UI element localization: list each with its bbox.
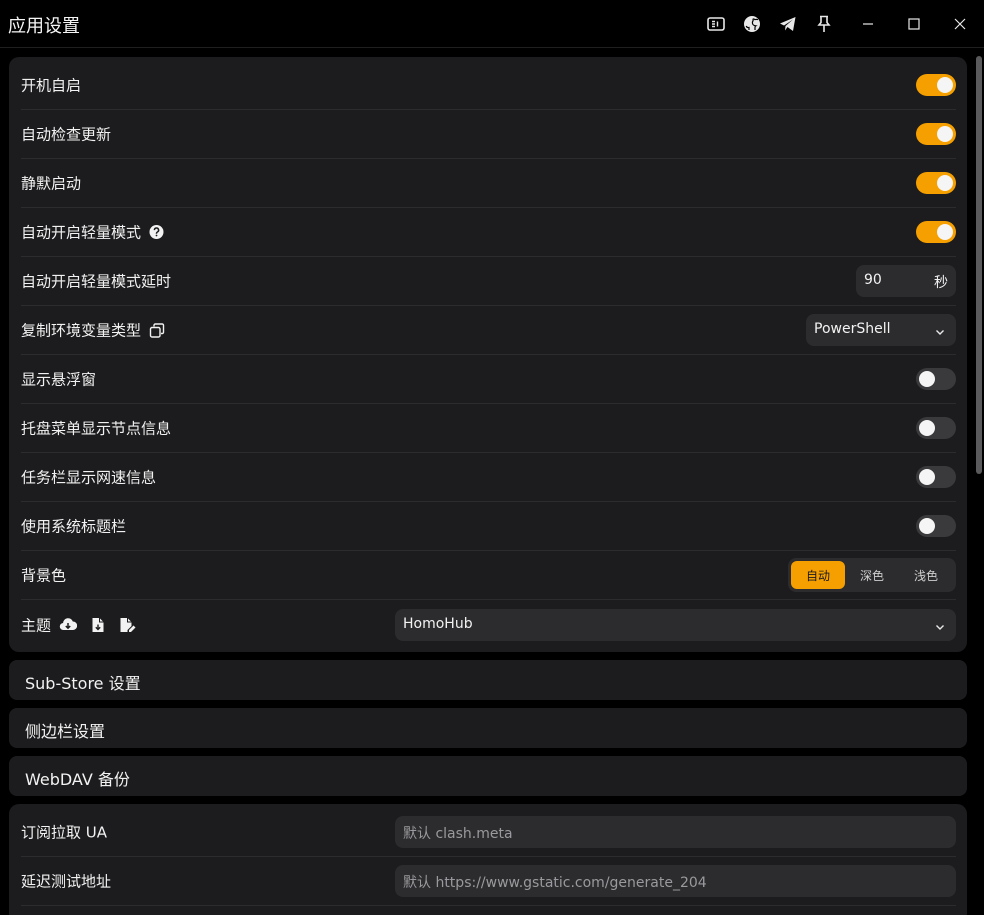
auto-lite-delay-value: 90 (864, 272, 882, 288)
setting-background: 背景色 自动 深色 浅色 (21, 551, 956, 600)
network-settings-card: 订阅拉取 UA 默认 clash.meta 延迟测试地址 默认 https://… (9, 804, 967, 915)
auto-lite-mode-label-wrap: 自动开启轻量模式 (21, 222, 164, 243)
background-segmented: 自动 深色 浅色 (788, 558, 956, 592)
theme-label: 主题 (21, 616, 52, 634)
silent-start-label: 静默启动 (21, 174, 82, 193)
window-title: 应用设置 (8, 16, 80, 37)
auto-lite-delay-unit: 秒 (934, 275, 948, 291)
setting-theme: 主题 HomoHub (21, 600, 956, 649)
setting-auto-lite-delay: 自动开启轻量模式延时 90 秒 (21, 257, 956, 306)
general-settings-card: 开机自启 自动检查更新 静默启动 自动开启轻量模式 自动开启轻量模式延时 90 … (9, 57, 967, 652)
auto-launch-label: 开机自启 (21, 76, 82, 95)
scrollbar[interactable] (976, 56, 982, 474)
tray-show-node-label: 托盘菜单显示节点信息 (21, 419, 172, 438)
setting-auto-check-update: 自动检查更新 (21, 110, 956, 159)
auto-launch-toggle[interactable] (916, 74, 956, 96)
setting-subscription-ua: 订阅拉取 UA 默认 clash.meta (21, 808, 956, 857)
setting-auto-lite-mode: 自动开启轻量模式 (21, 208, 956, 257)
github-icon[interactable] (740, 12, 764, 36)
auto-lite-delay-input[interactable]: 90 秒 (856, 265, 956, 297)
show-float-window-toggle[interactable] (916, 368, 956, 390)
pin-icon[interactable] (812, 12, 836, 36)
section-sidebar-label: 侧边栏设置 (25, 722, 106, 741)
setting-system-titlebar: 使用系统标题栏 (21, 502, 956, 551)
chevron-down-icon (934, 323, 946, 342)
env-var-type-value: PowerShell (814, 321, 891, 337)
silent-start-toggle[interactable] (916, 172, 956, 194)
section-webdav[interactable]: WebDAV 备份 (9, 756, 967, 796)
theme-label-wrap: 主题 (21, 614, 136, 635)
setting-delay-test-url: 延迟测试地址 默认 https://www.gstatic.com/genera… (21, 857, 956, 906)
setting-show-float-window: 显示悬浮窗 (21, 355, 956, 404)
section-webdav-label: WebDAV 备份 (25, 770, 130, 789)
subscription-ua-placeholder: 默认 clash.meta (403, 826, 513, 842)
subscription-ua-input[interactable]: 默认 clash.meta (395, 816, 956, 848)
theme-select[interactable]: HomoHub (395, 608, 956, 641)
copy-icon[interactable] (149, 322, 165, 338)
tray-show-node-toggle[interactable] (916, 417, 956, 439)
auto-lite-delay-label: 自动开启轻量模式延时 (21, 272, 172, 291)
file-edit-icon[interactable] (119, 616, 136, 633)
close-icon[interactable] (948, 12, 972, 36)
taskbar-show-speed-toggle[interactable] (916, 466, 956, 488)
help-icon[interactable] (149, 225, 164, 240)
setting-auto-launch: 开机自启 (21, 61, 956, 110)
section-sidebar[interactable]: 侧边栏设置 (9, 708, 967, 748)
delay-test-url-label: 延迟测试地址 (21, 872, 112, 891)
background-label: 背景色 (21, 566, 67, 585)
auto-check-update-toggle[interactable] (916, 123, 956, 145)
telegram-icon[interactable] (776, 12, 800, 36)
minimize-icon[interactable] (856, 12, 880, 36)
auto-lite-mode-toggle[interactable] (916, 221, 956, 243)
env-var-type-label: 复制环境变量类型 (21, 321, 142, 340)
background-option-light[interactable]: 浅色 (899, 561, 953, 589)
file-import-icon[interactable] (91, 616, 105, 633)
system-titlebar-toggle[interactable] (916, 515, 956, 537)
auto-lite-mode-label: 自动开启轻量模式 (21, 223, 142, 242)
theme-value: HomoHub (403, 615, 473, 632)
chevron-down-icon (934, 618, 946, 637)
auto-check-update-label: 自动检查更新 (21, 125, 112, 144)
cloud-download-icon[interactable] (59, 618, 78, 632)
background-option-dark[interactable]: 深色 (845, 561, 899, 589)
env-var-type-select[interactable]: PowerShell (806, 314, 956, 346)
docs-icon[interactable] (704, 12, 728, 36)
maximize-icon[interactable] (902, 12, 926, 36)
setting-env-var-type: 复制环境变量类型 PowerShell (21, 306, 956, 355)
setting-silent-start: 静默启动 (21, 159, 956, 208)
show-float-window-label: 显示悬浮窗 (21, 370, 97, 389)
taskbar-show-speed-label: 任务栏显示网速信息 (21, 468, 157, 487)
title-bar: 应用设置 (0, 0, 984, 48)
background-option-auto[interactable]: 自动 (791, 561, 845, 589)
setting-tray-show-node: 托盘菜单显示节点信息 (21, 404, 956, 453)
section-substore-label: Sub-Store 设置 (25, 674, 141, 693)
subscription-ua-label: 订阅拉取 UA (21, 823, 108, 842)
system-titlebar-label: 使用系统标题栏 (21, 517, 127, 536)
setting-taskbar-show-speed: 任务栏显示网速信息 (21, 453, 956, 502)
env-var-type-label-wrap: 复制环境变量类型 (21, 320, 165, 341)
delay-test-url-input[interactable]: 默认 https://www.gstatic.com/generate_204 (395, 865, 956, 897)
delay-test-url-placeholder: 默认 https://www.gstatic.com/generate_204 (403, 875, 707, 891)
section-substore[interactable]: Sub-Store 设置 (9, 660, 967, 700)
